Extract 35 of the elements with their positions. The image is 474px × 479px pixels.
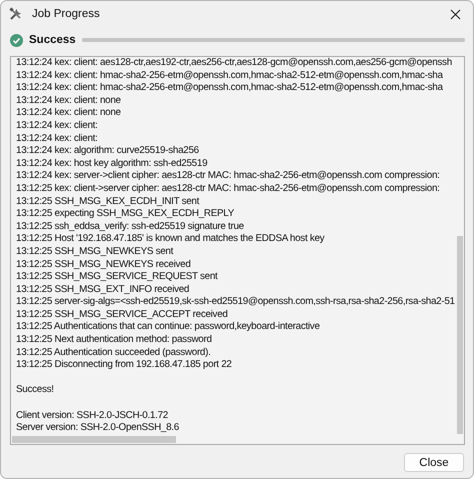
log-line: 13:12:24 kex: client: bbox=[16, 120, 98, 133]
log-line: 13:12:25 Host '192.168.47.185' is known and matches the EDDSA host key bbox=[16, 233, 324, 246]
log-line: 13:12:24 kex: host key algorithm: ssh-ed25519 bbox=[16, 158, 208, 170]
log-line: 13:12:24 kex: client: aes128-ctr,aes192-ctr,aes256-ctr,aes128-gcm@openssh.com,aes256-gcm@openssh bbox=[16, 57, 452, 70]
log-line: 13:12:25 SSH_MSG_SERVICE_ACCEPT received bbox=[16, 308, 228, 322]
tools-icon bbox=[9, 7, 23, 21]
log-line: 13:12:25 expecting SSH_MSG_KEX_ECDH_REPLY bbox=[16, 208, 234, 221]
log-line: 13:12:25 SSH_MSG_NEWKEYS received bbox=[16, 258, 191, 272]
log-line: 13:12:25 SSH_MSG_EXT_INFO received bbox=[16, 284, 190, 296]
log-line: 13:12:25 kex: client->server cipher: aes128-ctr MAC: hmac-sha2-256-etm@openssh.com compression: bbox=[16, 182, 440, 196]
log-line: 13:12:25 Disconnecting from 192.168.47.185 port 22 bbox=[16, 359, 232, 372]
log-line: 13:12:25 Authentication succeeded (password). bbox=[16, 346, 211, 360]
log-line: Server version: SSH-2.0-OpenSSH_8.6 bbox=[16, 422, 179, 435]
horizontal-scrollbar[interactable] bbox=[12, 436, 176, 443]
log-line: 13:12:25 SSH_MSG_SERVICE_REQUEST sent bbox=[16, 271, 218, 284]
log-line: 13:12:25 Next authentication method: password bbox=[16, 334, 212, 347]
status-label: Success bbox=[29, 34, 76, 46]
vertical-scrollbar[interactable] bbox=[457, 236, 463, 434]
close-button[interactable]: Close bbox=[404, 453, 464, 472]
log-line: 13:12:25 server-sig-algs=<ssh-ed25519,sk-ssh-ed25519@openssh.com,ssh-rsa,rsa-sha2-256,rsa-sha2-51 bbox=[16, 296, 455, 309]
log-line: 13:12:25 SSH_MSG_KEX_ECDH_INIT sent bbox=[16, 196, 200, 208]
log-line: 13:12:24 kex: algorithm: curve25519-sha256 bbox=[16, 145, 199, 158]
window-title: Job Progress bbox=[32, 8, 101, 20]
log-line: 13:12:24 kex: client: none bbox=[16, 107, 121, 120]
log-line: 13:12:24 kex: server->client cipher: aes128-ctr MAC: hmac-sha2-256-etm@openssh.com compression: bbox=[16, 170, 440, 183]
log-line: 13:12:24 kex: client: hmac-sha2-256-etm@openssh.com,hmac-sha2-512-etm@openssh.com,hmac-sha bbox=[16, 70, 443, 82]
log-line: 13:12:24 kex: client: hmac-sha2-256-etm@openssh.com,hmac-sha2-512-etm@openssh.com,hmac-sha bbox=[16, 82, 443, 95]
log-line: 13:12:25 SSH_MSG_NEWKEYS sent bbox=[16, 246, 174, 258]
log-line: 13:12:25 ssh_eddsa_verify: ssh-ed25519 signature true bbox=[16, 220, 244, 234]
log-line: Client version: SSH-2.0-JSCH-0.1.72 bbox=[16, 410, 168, 422]
log-line: 13:12:24 kex: client: none bbox=[16, 94, 121, 108]
check-icon bbox=[10, 34, 23, 46]
log-line: Success! bbox=[16, 384, 54, 398]
log-line: 13:12:25 Authentications that can continue: password,keyboard-interactive bbox=[16, 321, 320, 334]
log-line: 13:12:24 kex: client: bbox=[16, 132, 98, 146]
